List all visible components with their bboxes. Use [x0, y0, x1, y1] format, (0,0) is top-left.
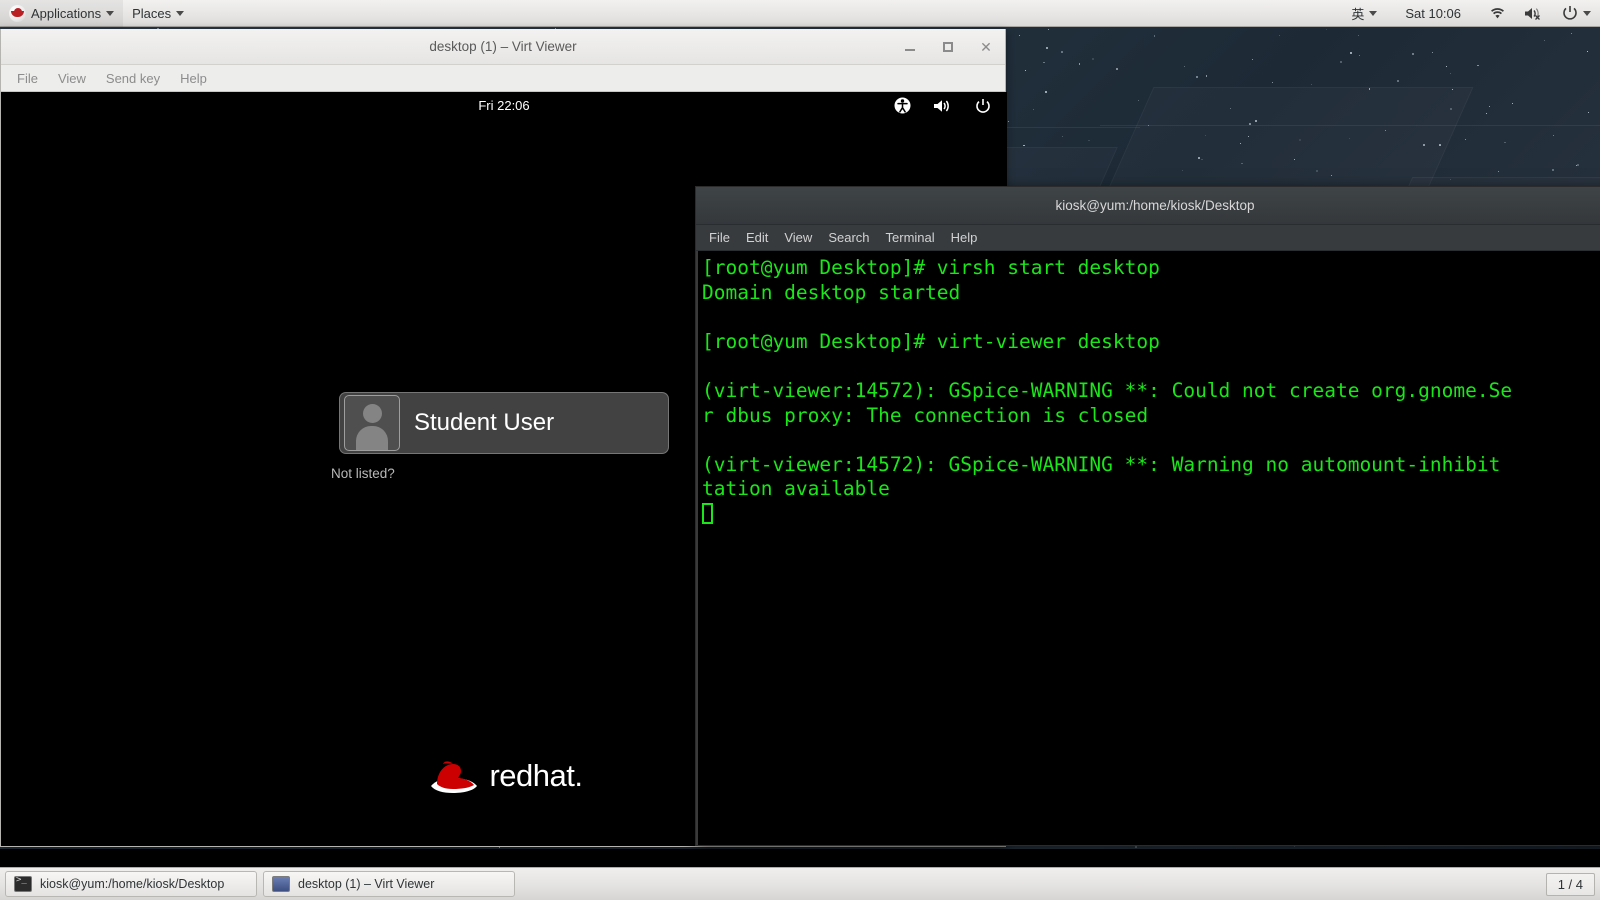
gnome-terminal-window[interactable]: kiosk@yum:/home/kiosk/Desktop File Edit … — [695, 186, 1600, 846]
terminal-titlebar[interactable]: kiosk@yum:/home/kiosk/Desktop — [696, 187, 1600, 225]
input-method-label: 英 — [1351, 6, 1365, 22]
places-menu-label: Places — [132, 5, 172, 21]
minimize-icon — [905, 49, 915, 51]
terminal-menu-file[interactable]: File — [701, 228, 738, 247]
brand-red: red — [489, 758, 533, 793]
volume-muted-icon — [1525, 7, 1540, 20]
terminal-scrollbar[interactable] — [696, 251, 698, 845]
menu-view[interactable]: View — [48, 68, 96, 89]
applications-menu[interactable]: Applications — [0, 0, 124, 27]
brand-hat: hat — [532, 758, 575, 793]
chevron-down-icon — [106, 10, 115, 16]
power-icon — [976, 98, 990, 113]
panel-clock[interactable]: Sat 10:06 — [1386, 0, 1480, 27]
workspace-switcher[interactable]: 1 / 4 — [1545, 872, 1595, 896]
maximize-button[interactable] — [937, 36, 959, 58]
applications-menu-label: Applications — [31, 5, 102, 21]
avatar — [344, 395, 400, 451]
terminal-menu-search[interactable]: Search — [820, 228, 877, 247]
gdm-power-button[interactable] — [975, 98, 991, 114]
desktop-screen: Applications Places 英 Sat 10:06 desktop … — [0, 0, 1600, 900]
maximize-icon — [943, 42, 953, 52]
gdm-clock-label: Fri 22:06 — [478, 98, 530, 113]
redhat-wordmark: redhat. — [489, 758, 583, 794]
taskbar-item-label: desktop (1) – Virt Viewer — [298, 877, 435, 891]
terminal-menu-edit[interactable]: Edit — [738, 228, 776, 247]
display-icon — [272, 876, 290, 892]
menu-help[interactable]: Help — [170, 68, 217, 89]
terminal-output: [root@yum Desktop]# virsh start desktop … — [702, 256, 1513, 501]
redhat-logo-icon — [9, 4, 26, 22]
panel-status-area: 英 Sat 10:06 — [1342, 0, 1600, 27]
taskbar-item-terminal[interactable]: kiosk@yum:/home/kiosk/Desktop — [5, 871, 257, 897]
input-method-indicator[interactable]: 英 — [1342, 0, 1386, 27]
virt-viewer-menubar: File View Send key Help — [1, 65, 1005, 92]
wifi-icon — [1491, 7, 1504, 18]
terminal-menu-terminal[interactable]: Terminal — [878, 228, 943, 247]
user-tile-student-user[interactable]: Student User — [339, 392, 669, 454]
user-name-label: Student User — [414, 409, 555, 436]
terminal-cursor — [702, 502, 713, 524]
wallpaper-line — [1100, 125, 1600, 126]
menu-file[interactable]: File — [7, 68, 48, 89]
chevron-down-icon — [176, 10, 185, 16]
places-menu[interactable]: Places — [123, 0, 193, 27]
taskbar-item-virt-viewer[interactable]: desktop (1) – Virt Viewer — [263, 871, 515, 897]
brand-dot: . — [574, 758, 583, 793]
minimize-button[interactable] — [899, 36, 921, 58]
terminal-title: kiosk@yum:/home/kiosk/Desktop — [1055, 198, 1255, 213]
volume-icon — [934, 99, 949, 112]
volume-status[interactable] — [1515, 0, 1553, 27]
power-icon — [1563, 6, 1577, 20]
gdm-status-icons — [894, 92, 991, 119]
chevron-down-icon — [1583, 10, 1591, 16]
system-menu[interactable] — [1553, 0, 1600, 27]
chevron-down-icon — [1369, 10, 1378, 16]
terminal-menubar: File Edit View Search Terminal Help — [696, 225, 1600, 251]
gdm-volume-button[interactable] — [933, 98, 953, 114]
terminal-icon — [14, 875, 32, 892]
virt-viewer-titlebar[interactable]: desktop (1) – Virt Viewer ✕ — [1, 29, 1005, 65]
panel-clock-label: Sat 10:06 — [1405, 5, 1461, 21]
menu-send-key[interactable]: Send key — [96, 68, 170, 89]
window-list-taskbar: kiosk@yum:/home/kiosk/Desktop desktop (1… — [0, 867, 1600, 900]
accessibility-button[interactable] — [894, 97, 911, 114]
gnome-top-panel: Applications Places 英 Sat 10:06 — [0, 0, 1600, 27]
virt-viewer-title: desktop (1) – Virt Viewer — [429, 39, 577, 54]
terminal-menu-view[interactable]: View — [776, 228, 820, 247]
redhat-fedora-icon — [431, 761, 478, 793]
terminal-body[interactable]: [root@yum Desktop]# virsh start desktop … — [696, 251, 1600, 845]
gdm-top-bar: Fri 22:06 — [1, 92, 1007, 119]
taskbar-item-label: kiosk@yum:/home/kiosk/Desktop — [40, 877, 225, 891]
terminal-menu-help[interactable]: Help — [943, 228, 986, 247]
virt-viewer-window-controls: ✕ — [899, 29, 997, 65]
not-listed-link[interactable]: Not listed? — [331, 466, 395, 481]
accessibility-icon — [894, 97, 911, 114]
close-button[interactable]: ✕ — [975, 36, 997, 58]
wifi-status[interactable] — [1480, 0, 1515, 27]
close-icon: ✕ — [980, 38, 992, 55]
